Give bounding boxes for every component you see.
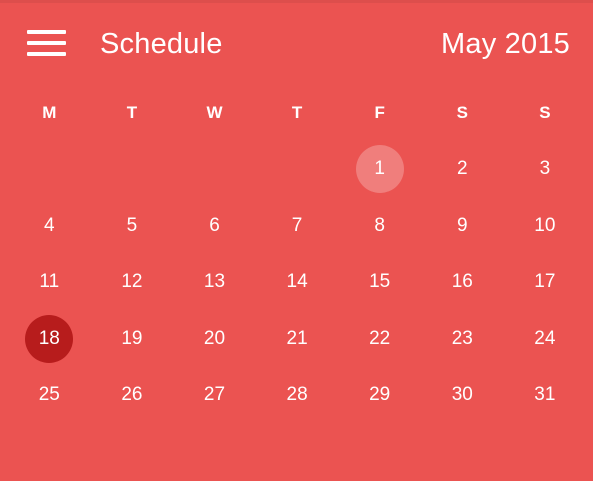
calendar-day-7[interactable]: 7	[256, 198, 339, 255]
weekday-label: T	[126, 103, 138, 122]
day-number: 10	[534, 214, 556, 236]
day-number: 11	[39, 271, 60, 293]
calendar-day-8[interactable]: 8	[338, 198, 421, 255]
calendar-day-4[interactable]: 4	[8, 198, 91, 255]
calendar-day-19[interactable]: 19	[91, 311, 174, 368]
day-number: 20	[203, 327, 226, 349]
calendar-day-11[interactable]: 11	[8, 254, 91, 311]
calendar-day-28[interactable]: 28	[256, 367, 339, 424]
day-number: 14	[286, 271, 308, 293]
day-number: 9	[456, 214, 468, 236]
calendar-day-1[interactable]: 1	[338, 141, 421, 198]
empty-day-cell	[256, 141, 339, 198]
day-number: 26	[121, 384, 143, 406]
calendar-day-15[interactable]: 15	[338, 254, 421, 311]
weekday-header-row: M T W T F S S	[8, 100, 587, 126]
day-number: 30	[451, 384, 473, 406]
empty-day-cell	[8, 141, 91, 198]
day-number: 19	[121, 327, 143, 349]
day-number: 1	[374, 158, 385, 180]
day-number: 16	[451, 271, 473, 293]
calendar-day-12[interactable]: 12	[91, 254, 174, 311]
weekday-label: F	[374, 103, 385, 122]
menu-button[interactable]	[22, 24, 70, 64]
calendar-day-17[interactable]: 17	[504, 254, 587, 311]
day-number: 22	[369, 327, 391, 349]
calendar-day-25[interactable]: 25	[8, 367, 91, 424]
calendar-day-14[interactable]: 14	[256, 254, 339, 311]
day-number: 15	[369, 271, 391, 293]
app-bar: Schedule May 2015	[0, 0, 593, 88]
calendar-day-21[interactable]: 21	[256, 311, 339, 368]
calendar-day-20[interactable]: 20	[173, 311, 256, 368]
day-number: 24	[534, 327, 556, 349]
day-number: 7	[291, 214, 303, 236]
calendar-day-27[interactable]: 27	[173, 367, 256, 424]
calendar-day-6[interactable]: 6	[173, 198, 256, 255]
status-shade	[0, 0, 593, 3]
day-number: 13	[203, 271, 226, 293]
day-number: 21	[286, 327, 308, 349]
calendar-day-13[interactable]: 13	[173, 254, 256, 311]
month-label[interactable]: May 2015	[441, 24, 570, 64]
calendar-day-2[interactable]: 2	[421, 141, 504, 198]
weekday-label: T	[291, 103, 303, 122]
day-number: 29	[369, 384, 391, 406]
day-number: 6	[209, 214, 220, 236]
calendar-grid: 1 2 3 4 5 6 7 8 9 10 11 12 13 14 15 16 17 18 19 20 21 22 23 24 2…	[8, 141, 587, 424]
calendar-day-31[interactable]: 31	[504, 367, 587, 424]
calendar-day-24[interactable]: 24	[504, 311, 587, 368]
weekday-label: M	[42, 103, 57, 122]
calendar-day-16[interactable]: 16	[421, 254, 504, 311]
day-number: 18	[38, 327, 60, 349]
day-number: 4	[44, 214, 55, 236]
empty-day-cell	[91, 141, 174, 198]
calendar-day-10[interactable]: 10	[504, 198, 587, 255]
calendar-day-5[interactable]: 5	[91, 198, 174, 255]
calendar-day-23[interactable]: 23	[421, 311, 504, 368]
weekday-label: S	[456, 103, 468, 122]
weekday-label: S	[539, 103, 551, 122]
day-number: 3	[539, 158, 551, 180]
page-title: Schedule	[100, 28, 223, 60]
day-number: 27	[203, 384, 226, 406]
calendar-day-9[interactable]: 9	[421, 198, 504, 255]
empty-day-cell	[173, 141, 256, 198]
hamburger-menu-icon	[27, 30, 66, 57]
calendar-day-18[interactable]: 18	[8, 311, 91, 368]
day-number: 28	[286, 384, 308, 406]
calendar-day-22[interactable]: 22	[338, 311, 421, 368]
calendar-day-26[interactable]: 26	[91, 367, 174, 424]
calendar-day-3[interactable]: 3	[504, 141, 587, 198]
day-number: 23	[451, 327, 473, 349]
day-number: 31	[534, 384, 556, 406]
day-number: 17	[534, 271, 556, 293]
day-number: 12	[121, 271, 143, 293]
day-number: 25	[38, 384, 60, 406]
calendar-day-29[interactable]: 29	[338, 367, 421, 424]
day-number: 2	[456, 158, 468, 180]
day-number: 8	[374, 214, 385, 236]
day-number: 5	[126, 214, 138, 236]
weekday-label: W	[206, 103, 223, 122]
calendar-day-30[interactable]: 30	[421, 367, 504, 424]
